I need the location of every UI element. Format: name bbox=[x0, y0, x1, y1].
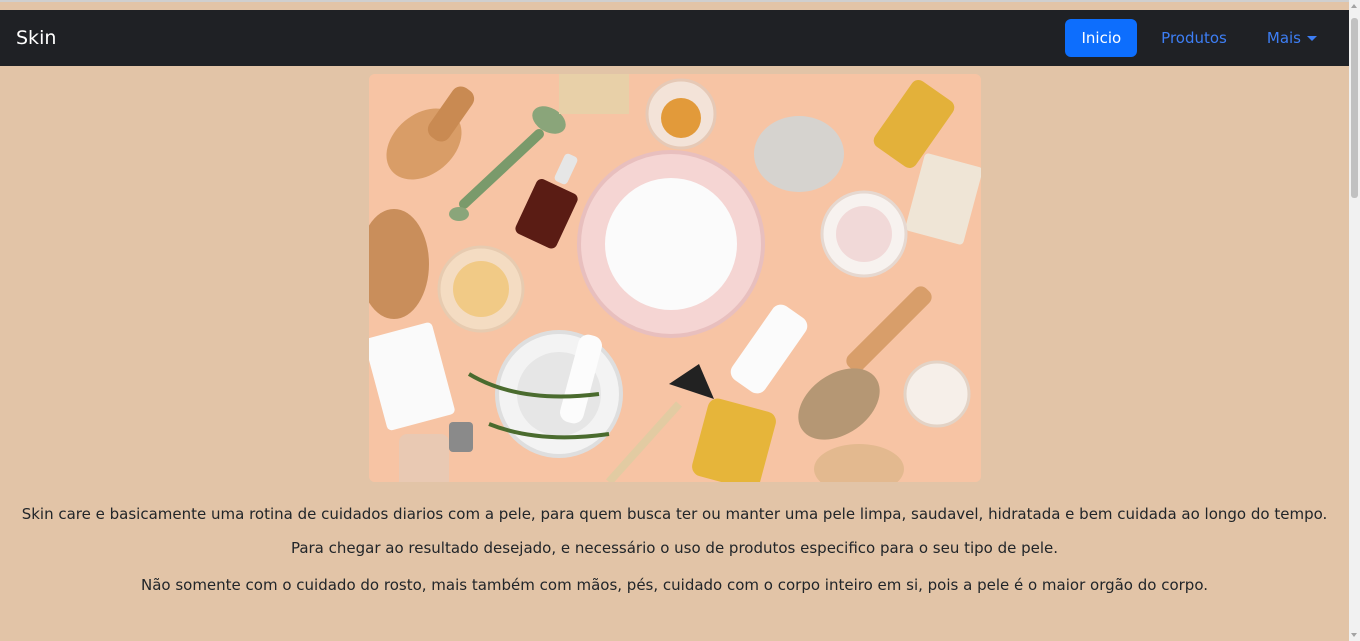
scroll-down-icon[interactable] bbox=[1351, 633, 1357, 637]
skincare-flatlay-illustration bbox=[369, 74, 981, 482]
bottle-icon bbox=[399, 434, 449, 482]
nav-item-inicio[interactable]: Inicio bbox=[1065, 19, 1138, 57]
soap-icon bbox=[559, 74, 629, 114]
content-paragraph: Para chegar ao resultado desejado, e nec… bbox=[290, 539, 1059, 557]
scrollbar-thumb[interactable] bbox=[1351, 18, 1358, 198]
nav-item-produtos[interactable]: Produtos bbox=[1145, 19, 1243, 57]
top-strip bbox=[0, 0, 1349, 10]
navbar: Skin Inicio Produtos Mais bbox=[0, 10, 1349, 66]
nav-item-label: Mais bbox=[1266, 29, 1301, 47]
content-paragraph: Skin care e basicamente uma rotina de cu… bbox=[21, 505, 1328, 523]
scroll-up-icon[interactable] bbox=[1351, 4, 1357, 8]
caret-down-icon bbox=[1307, 35, 1317, 41]
nav-item-mais-dropdown[interactable]: Mais bbox=[1251, 19, 1333, 57]
content-paragraph: Não somente com o cuidado do rosto, mais… bbox=[140, 576, 1209, 594]
nav-menu: Inicio Produtos Mais bbox=[1065, 19, 1333, 57]
pumice-icon bbox=[754, 116, 844, 192]
cream-bowl-icon bbox=[903, 360, 971, 428]
navbar-brand[interactable]: Skin bbox=[16, 27, 56, 49]
vertical-scrollbar[interactable] bbox=[1349, 0, 1360, 641]
nav-item-label: Inicio bbox=[1081, 29, 1122, 47]
hero-image bbox=[369, 74, 981, 482]
nav-item-label: Produtos bbox=[1161, 29, 1227, 47]
